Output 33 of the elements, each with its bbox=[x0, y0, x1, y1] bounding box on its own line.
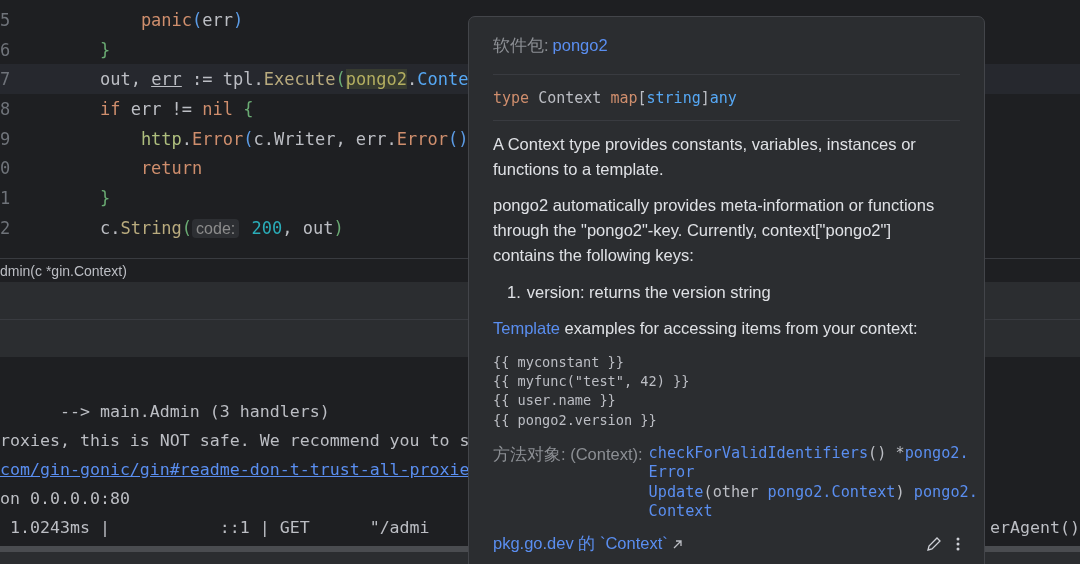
description-text: Template examples for accessing items from your context: bbox=[493, 318, 919, 339]
code-text: http.Error(c.Writer, err.Error() bbox=[139, 128, 469, 149]
terminal-line: erAgent() bbox=[990, 518, 1080, 537]
line-number: 7 bbox=[0, 69, 12, 90]
line-number: 1 bbox=[0, 187, 12, 208]
terminal-line: roxies, this is NOT safe. We recommend you to s bbox=[0, 431, 470, 450]
description-text: A Context type provides constants, variables, instances or functions to a template. bbox=[493, 134, 917, 180]
line-number: 9 bbox=[0, 128, 12, 149]
code-text: c.String( code: 200, out) bbox=[98, 217, 344, 238]
list-text: version: returns the version string bbox=[526, 282, 771, 303]
code-text: panic(err) bbox=[139, 9, 244, 30]
methods-label: 方法对象: (Context): bbox=[493, 443, 643, 465]
line-number: 5 bbox=[0, 9, 12, 30]
code-text: out, err := tpl.Execute(pongo2.Conte bbox=[98, 69, 469, 90]
example-code: {{ myfunc("test", 42) }} bbox=[493, 372, 690, 392]
line-number: 8 bbox=[0, 98, 12, 119]
code-text: } bbox=[98, 39, 111, 60]
terminal-line: --> main.Admin (3 handlers) bbox=[58, 402, 330, 421]
package-label: 软件包: bbox=[493, 34, 549, 56]
example-code: {{ myconstant }} bbox=[493, 353, 624, 372]
line-number: 0 bbox=[0, 158, 12, 179]
code-text: return bbox=[139, 158, 203, 179]
example-code: {{ pongo2.version }} bbox=[493, 410, 657, 430]
type-signature: type Context map[string]any bbox=[493, 75, 960, 121]
code-text: if err != nil { bbox=[98, 98, 254, 119]
example-code: {{ user.name }} bbox=[493, 391, 616, 411]
list-number: 1. bbox=[507, 282, 521, 303]
terminal-line: 1.0243ms | ::1 | GET "/admi bbox=[9, 518, 430, 537]
description-text: pongo2 automatically provides meta-information or functions through the "pongo2"-key. Currently, context["pongo2"] contains the following keys: bbox=[493, 195, 936, 266]
line-number: 2 bbox=[0, 217, 12, 238]
code-text: } bbox=[98, 187, 111, 208]
line-number: 6 bbox=[0, 39, 12, 60]
terminal-line: on 0.0.0.0:80 bbox=[0, 489, 130, 508]
